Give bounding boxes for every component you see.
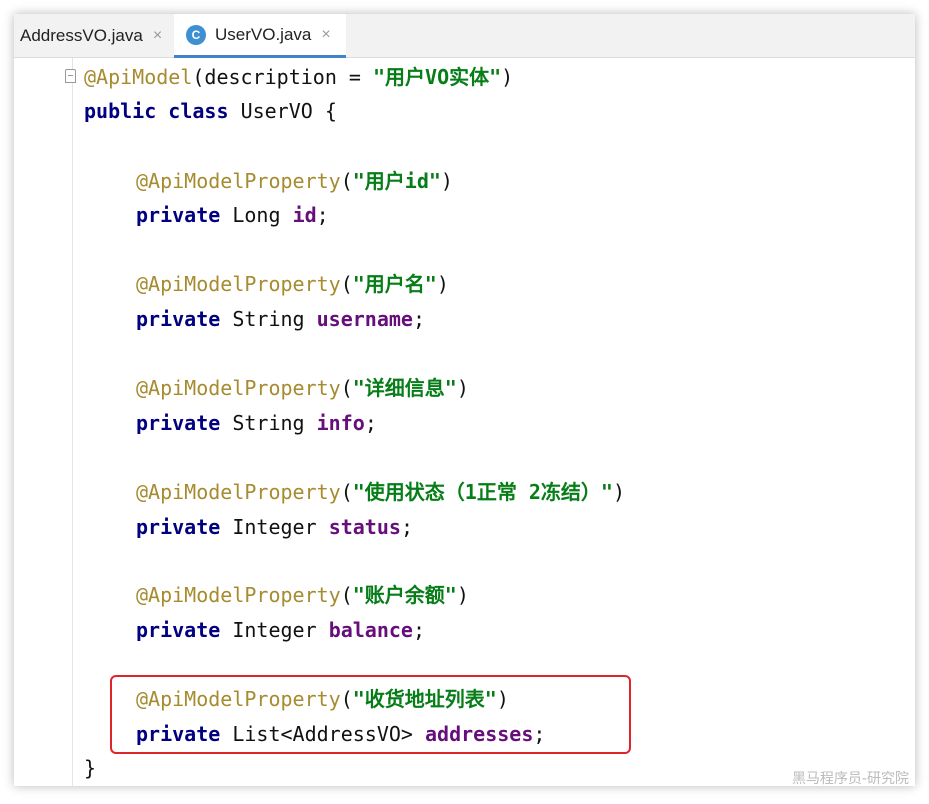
field-name: info [316,411,365,435]
watermark: 黑马程序员-研究院 [791,771,909,787]
highlight-box [110,675,631,754]
close-icon[interactable]: × [321,26,330,44]
code-line-annotation: @ApiModelProperty("详细信息") [136,376,469,400]
annotation-name: @ApiModel [84,65,193,89]
editor-tab-bar: AddressVO.java × C UserVO.java × [14,14,915,58]
field-name: id [292,203,317,227]
code-line-field: private Integer status; [136,515,413,539]
java-class-icon: C [186,24,206,45]
code-line-field: private String info; [136,411,377,435]
tab-label: UserVO.java [215,24,312,44]
tab-uservo[interactable]: C UserVO.java × [174,14,346,58]
code-line-field: private Long id; [136,203,329,227]
field-name: balance [328,618,413,642]
editor-gutter [14,58,73,786]
close-icon[interactable]: × [153,27,162,45]
code-line-annotation: @ApiModelProperty("账户余额") [136,583,469,607]
tab-addressvo[interactable]: AddressVO.java × [14,14,174,58]
code-line-annotation: @ApiModelProperty("用户id") [136,169,453,193]
code-line-field: private Integer balance; [136,618,426,642]
code-line-closing-brace: } [84,756,97,780]
code-line-class-annotation: @ApiModel(description = "用户VO实体") [84,65,514,89]
code-line-annotation: @ApiModelProperty("使用状态（1正常 2冻结）") [136,480,626,504]
field-name: username [316,307,413,331]
fold-marker-icon[interactable] [65,69,76,83]
code-line-field: private String username; [136,307,426,331]
code-line-class-declaration: public class UserVO { [84,99,337,123]
field-name: status [328,515,401,539]
tab-label: AddressVO.java [20,26,143,45]
code-line-annotation: @ApiModelProperty("用户名") [136,272,449,296]
